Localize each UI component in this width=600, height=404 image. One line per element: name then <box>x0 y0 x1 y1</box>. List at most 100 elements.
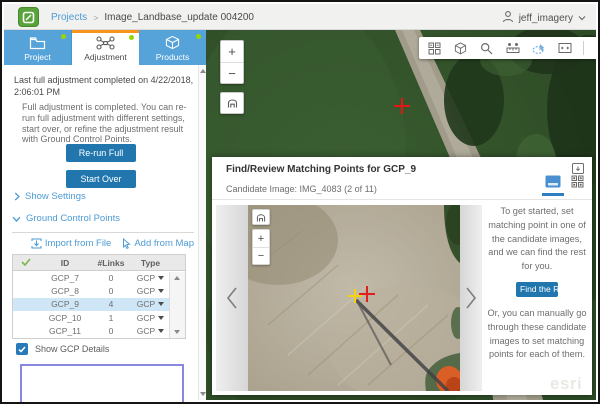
type-dropdown-icon[interactable] <box>158 289 164 293</box>
tab-products[interactable]: Products <box>139 30 206 65</box>
table-row-gcp-11[interactable]: GCP_11 0 GCP <box>13 325 185 338</box>
extent-icon[interactable] <box>557 41 572 56</box>
show-gcp-details-label: Show GCP Details <box>35 344 109 354</box>
home-icon <box>256 213 266 222</box>
search-icon[interactable] <box>479 41 494 56</box>
page-title: Image_Landbase_update 004200 <box>104 12 254 23</box>
chevron-right-icon <box>465 286 477 310</box>
gcp-id: GCP_7 <box>39 273 91 283</box>
show-settings-toggle[interactable]: Show Settings <box>14 191 86 202</box>
toolbar-divider <box>583 41 584 55</box>
breadcrumb: Projects > Image_Landbase_update 004200 <box>51 12 254 23</box>
table-row-gcp-10[interactable]: GCP_10 1 GCP <box>13 311 185 324</box>
tab-adjustment-label: Adjustment <box>84 52 127 62</box>
add-from-map-link[interactable]: Add from Map <box>122 238 194 249</box>
add-from-map-label: Add from Map <box>134 238 194 249</box>
candidate-image[interactable]: + − <box>248 205 460 391</box>
map-home-button[interactable] <box>220 92 244 114</box>
clipboard-icon[interactable] <box>595 41 596 56</box>
zoom-out-button[interactable]: − <box>221 62 243 83</box>
top-bar: Projects > Image_Landbase_update 004200 … <box>4 4 596 30</box>
tab-project-label: Project <box>24 52 50 62</box>
col-header-id: ID <box>39 258 91 268</box>
table-scrollbar[interactable] <box>169 272 185 338</box>
type-dropdown-icon[interactable] <box>158 329 164 333</box>
import-from-file-link[interactable]: Import from File <box>31 238 112 249</box>
last-adjustment-status: Last full adjustment completed on 4/22/2… <box>14 75 196 98</box>
breadcrumb-projects-link[interactable]: Projects <box>51 12 87 23</box>
chevron-right-icon <box>14 192 20 201</box>
cube-icon <box>165 35 180 50</box>
chevron-down-icon <box>578 13 586 24</box>
chevron-down-icon <box>12 216 21 222</box>
gcp-photo-preview: Photo not available <box>20 364 184 404</box>
zoom-in-button[interactable]: + <box>221 41 243 62</box>
gcp-links: 4 <box>91 299 131 309</box>
single-image-view-button[interactable] <box>542 170 564 192</box>
show-gcp-details-row: Show GCP Details <box>16 343 109 355</box>
measure-icon[interactable] <box>505 41 520 56</box>
tab-adjustment[interactable]: Adjustment <box>72 30 139 65</box>
gcp-actions: Import from File Add from Map <box>31 238 194 249</box>
adjustment-description: Full adjustment is completed. You can re… <box>22 102 194 145</box>
image-zoom-control: + − <box>252 229 270 265</box>
divider <box>212 199 592 200</box>
show-gcp-details-checkbox[interactable] <box>16 343 28 355</box>
gcp-type: GCP <box>137 273 155 283</box>
gcp-id: GCP_11 <box>39 326 91 336</box>
matching-points-title: Find/Review Matching Points for GCP_9 <box>226 164 416 175</box>
next-image-button[interactable] <box>460 205 482 391</box>
import-icon <box>31 238 42 249</box>
folder-icon <box>29 36 46 50</box>
import-from-file-label: Import from File <box>45 238 112 249</box>
start-over-button[interactable]: Start Over <box>66 170 136 188</box>
esri-logo-icon[interactable] <box>18 7 39 27</box>
previous-image-button[interactable] <box>216 205 248 391</box>
scroll-down-icon[interactable] <box>174 330 180 334</box>
gcp-links: 1 <box>91 313 131 323</box>
divider <box>12 232 194 233</box>
view-toggle-group <box>542 170 588 192</box>
drone-icon <box>96 36 115 50</box>
gcp-section-label: Ground Control Points <box>26 213 120 224</box>
app-window: Projects > Image_Landbase_update 004200 … <box>0 0 600 404</box>
instructions-column: To get started, set matching point in on… <box>486 205 588 362</box>
gcp-id: GCP_10 <box>39 313 91 323</box>
rerun-full-button[interactable]: Re-run Full <box>66 144 136 162</box>
status-dot <box>61 34 66 39</box>
image-collection-icon[interactable] <box>427 41 442 56</box>
image-home-button[interactable] <box>252 209 270 225</box>
basemap-icon[interactable] <box>453 41 468 56</box>
type-dropdown-icon[interactable] <box>158 276 164 280</box>
user-name: jeff_imagery <box>519 13 573 24</box>
grid-view-button[interactable] <box>566 170 588 192</box>
gcp-section-toggle[interactable]: Ground Control Points <box>12 213 120 224</box>
status-dot <box>129 35 134 40</box>
select-tool-icon[interactable] <box>531 41 546 56</box>
type-dropdown-icon[interactable] <box>158 316 164 320</box>
zoom-in-button[interactable]: + <box>253 230 269 247</box>
left-panel: Project Adjustment <box>4 30 206 400</box>
gcp-id: GCP_8 <box>39 286 91 296</box>
type-dropdown-icon[interactable] <box>158 302 164 306</box>
tab-project[interactable]: Project <box>4 30 72 65</box>
gcp-type: GCP <box>137 313 155 323</box>
gcp-type: GCP <box>137 299 155 309</box>
table-row-gcp-8[interactable]: GCP_8 0 GCP <box>13 284 185 297</box>
map-view[interactable]: + − esri Find/Review Matching Points for… <box>206 30 596 400</box>
matching-points-panel: Find/Review Matching Points for GCP_9 Ca… <box>212 157 592 395</box>
panel-scrollbar[interactable] <box>198 65 206 400</box>
find-the-rest-button[interactable]: Find the Rest <box>516 282 558 297</box>
candidate-image-label: Candidate Image: IMG_4083 (2 of 11) <box>226 184 377 194</box>
user-menu[interactable]: jeff_imagery <box>502 10 586 26</box>
table-row-gcp-9-selected[interactable]: GCP_9 4 GCP <box>13 298 185 311</box>
scroll-up-icon[interactable] <box>174 276 180 280</box>
home-icon <box>227 98 238 108</box>
table-row-gcp-7[interactable]: GCP_7 0 GCP <box>13 271 185 284</box>
zoom-out-button[interactable]: − <box>253 247 269 264</box>
check-icon <box>13 258 39 268</box>
map-cursor-icon <box>122 238 131 249</box>
gcp-links: 0 <box>91 326 131 336</box>
show-settings-label: Show Settings <box>25 191 86 202</box>
tab-products-label: Products <box>156 52 190 62</box>
